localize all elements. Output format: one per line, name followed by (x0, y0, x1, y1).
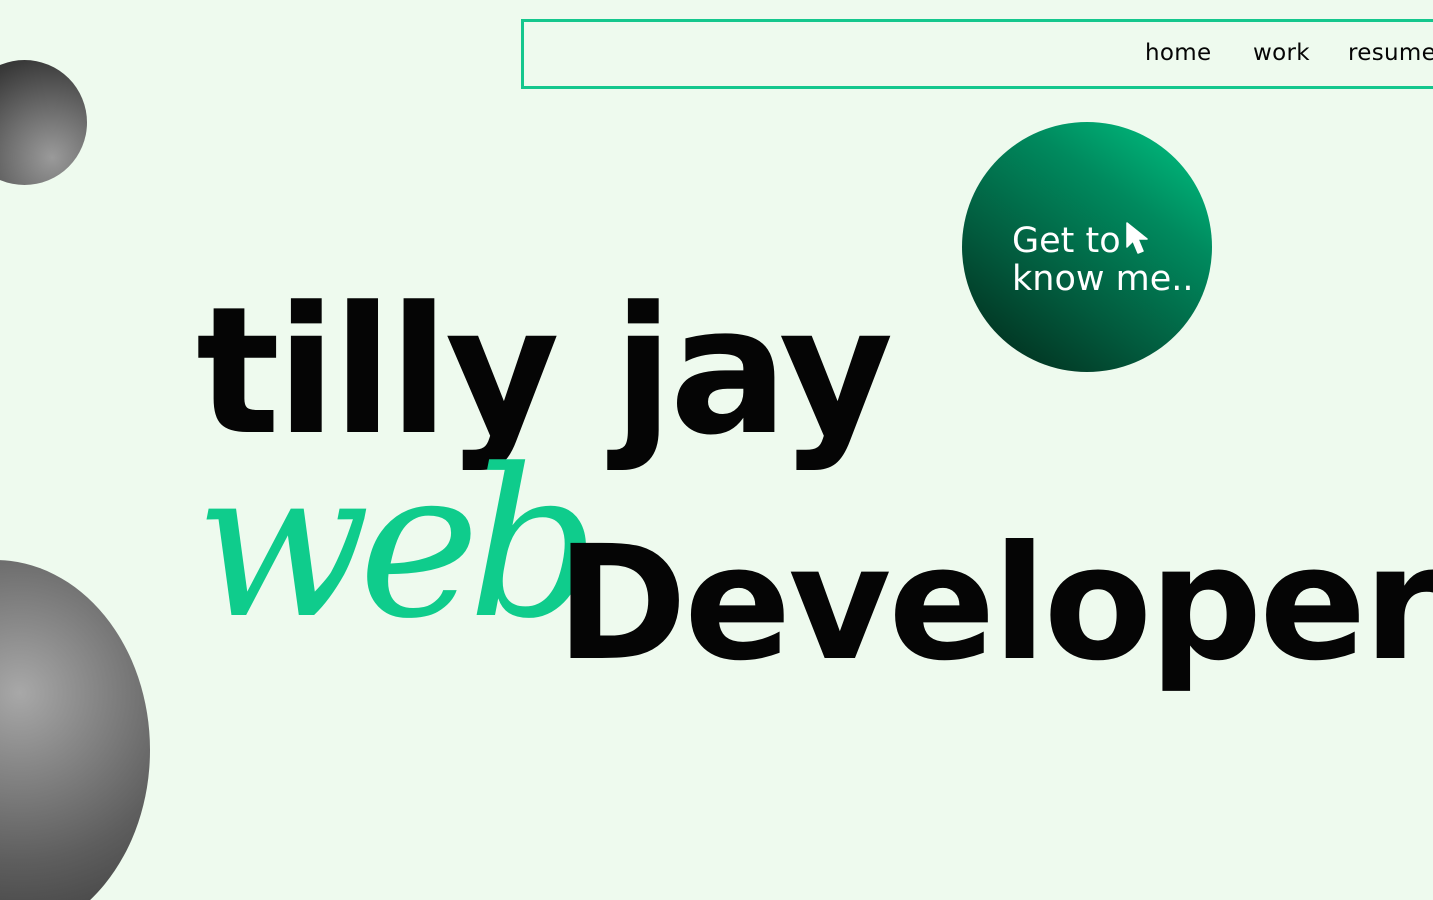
decorative-sphere-top (0, 60, 87, 185)
top-navigation: home work resume (521, 19, 1433, 89)
nav-link-resume[interactable]: resume (1348, 40, 1433, 66)
portfolio-page: home work resume Get to know me.. tilly … (0, 0, 1433, 900)
nav-link-home[interactable]: home (1145, 40, 1211, 66)
cursor-pointer-icon (1125, 222, 1148, 254)
get-to-know-me-button[interactable]: Get to know me.. (962, 122, 1212, 372)
cta-line-1: Get to (1012, 221, 1121, 261)
hero-role-accent: web (195, 426, 599, 664)
decorative-sphere-bottom (0, 560, 150, 900)
cta-label: Get to know me.. (1012, 222, 1194, 298)
nav-link-work[interactable]: work (1253, 40, 1310, 66)
hero-role: Developer (556, 512, 1433, 696)
cta-line-2: know me.. (1012, 259, 1194, 299)
